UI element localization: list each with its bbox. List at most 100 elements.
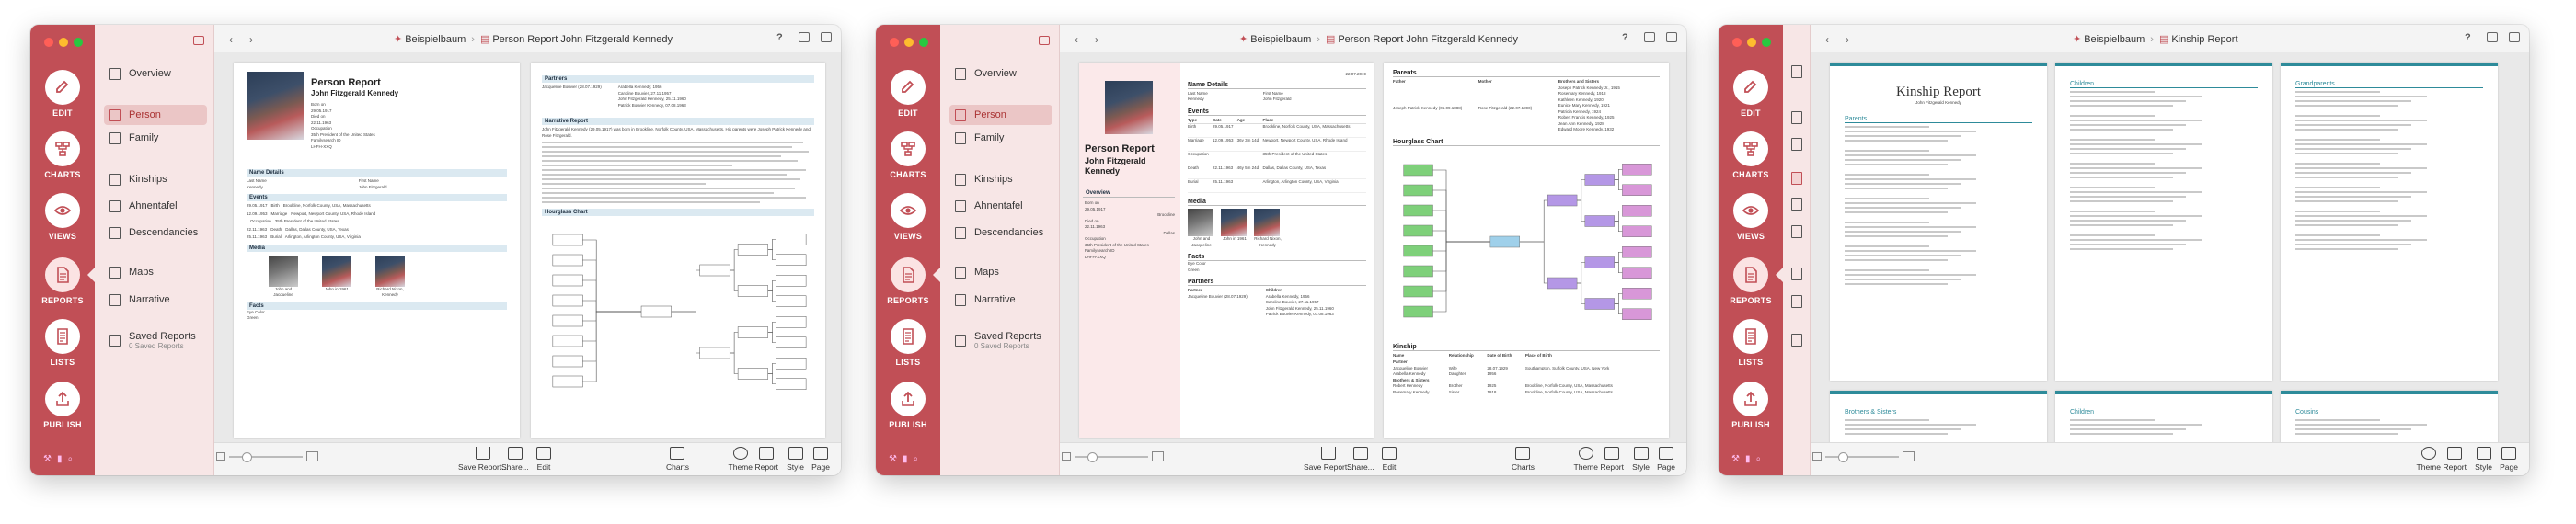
ahnentafel-icon[interactable] xyxy=(1791,198,1802,211)
rail-publish-button[interactable]: PUBLISH xyxy=(30,382,95,429)
sharebutton[interactable]: Share... xyxy=(1347,447,1374,472)
inspector-icon[interactable] xyxy=(1644,32,1655,42)
rail-charts-button[interactable]: CHARTS xyxy=(876,131,940,179)
sidebar-item-ahnentafel[interactable]: Ahnentafel xyxy=(949,196,1052,216)
rail-views-button[interactable]: VIEWS xyxy=(876,193,940,241)
back-button[interactable]: ‹ xyxy=(229,33,233,46)
family-report-icon[interactable] xyxy=(1791,138,1802,151)
report-button[interactable]: Report xyxy=(754,447,778,472)
sidebar-item-descendancies[interactable]: Descendancies xyxy=(949,222,1052,243)
sidebar-right-icon[interactable] xyxy=(2509,32,2520,42)
zoom-out-icon[interactable] xyxy=(216,452,225,461)
descendancy-icon[interactable] xyxy=(1791,225,1802,238)
rail-lists-button[interactable]: LISTS xyxy=(876,319,940,367)
sharebutton[interactable]: Share... xyxy=(501,447,529,472)
sidebar-item-person[interactable]: Person xyxy=(949,105,1052,125)
sidebar-item-overview[interactable]: Overview xyxy=(104,63,207,84)
sidebar-item-person[interactable]: Person xyxy=(104,105,207,125)
narrative-icon[interactable] xyxy=(1791,295,1802,308)
sidebar-item-overview[interactable]: Overview xyxy=(949,63,1052,84)
zoom-slider[interactable] xyxy=(1825,452,1899,462)
sidebar-item-saved-reports[interactable]: Saved Reports 0 Saved Reports xyxy=(949,330,1052,350)
media-item[interactable]: John and Jacqueline xyxy=(1188,209,1215,248)
rail-views-button[interactable]: VIEWS xyxy=(30,193,95,241)
page-button[interactable]: Page xyxy=(811,447,830,472)
inspector-icon[interactable] xyxy=(799,32,810,42)
search-icon[interactable]: ⌕ xyxy=(67,454,73,464)
sidebar-item-saved-reports[interactable]: Saved Reports 0 Saved Reports xyxy=(104,330,207,350)
toggle-sidebar-icon[interactable] xyxy=(1039,36,1050,45)
close-window-button[interactable] xyxy=(44,38,53,47)
rail-reports-button[interactable]: REPORTS xyxy=(876,257,940,305)
theme-button[interactable]: Theme xyxy=(1574,447,1598,472)
zoom-in-icon[interactable] xyxy=(1152,451,1164,461)
rail-edit-button[interactable]: EDIT xyxy=(30,70,95,118)
rail-publish-button[interactable]: PUBLISH xyxy=(1719,382,1783,429)
sidebar-item-kinships[interactable]: Kinships xyxy=(104,169,207,189)
zoom-in-icon[interactable] xyxy=(1903,451,1915,461)
sidebar-item-maps[interactable]: Maps xyxy=(949,262,1052,282)
rail-edit-button[interactable]: EDIT xyxy=(1719,70,1783,118)
saved-reports-icon[interactable] xyxy=(1791,334,1802,347)
theme-button[interactable]: Theme xyxy=(729,447,753,472)
toggle-sidebar-icon[interactable] xyxy=(193,36,204,45)
help-button[interactable]: ? xyxy=(2465,32,2476,43)
rail-edit-button[interactable]: EDIT xyxy=(876,70,940,118)
sidebar-item-kinships[interactable]: Kinships xyxy=(949,169,1052,189)
style-button[interactable]: Style xyxy=(1632,447,1650,472)
help-button[interactable]: ? xyxy=(1622,32,1633,43)
close-window-button[interactable] xyxy=(1732,38,1742,47)
rail-views-button[interactable]: VIEWS xyxy=(1719,193,1783,241)
sidebar-item-ahnentafel[interactable]: Ahnentafel xyxy=(104,196,207,216)
rail-publish-button[interactable]: PUBLISH xyxy=(876,382,940,429)
help-button[interactable]: ? xyxy=(776,32,788,43)
sidebar-right-icon[interactable] xyxy=(1666,32,1677,42)
sidebar-right-icon[interactable] xyxy=(821,32,832,42)
minimize-window-button[interactable] xyxy=(59,38,68,47)
charts-button[interactable]: Charts xyxy=(1512,447,1535,472)
sidebar-item-maps[interactable]: Maps xyxy=(104,262,207,282)
bookmark-icon[interactable]: ▮ xyxy=(903,454,908,464)
rail-lists-button[interactable]: LISTS xyxy=(1719,319,1783,367)
forward-button[interactable]: › xyxy=(1095,33,1098,46)
report-button[interactable]: Report xyxy=(1600,447,1624,472)
rail-charts-button[interactable]: CHARTS xyxy=(30,131,95,179)
editbutton[interactable]: Edit xyxy=(536,447,551,472)
zoom-out-icon[interactable] xyxy=(1062,452,1071,461)
media-item[interactable]: Richard Nixon, Kennedy xyxy=(1254,209,1282,248)
page-button[interactable]: Page xyxy=(1657,447,1675,472)
media-item[interactable]: John in 1961 xyxy=(318,255,355,299)
style-button[interactable]: Style xyxy=(2475,447,2492,472)
tools-icon[interactable]: ⚒ xyxy=(43,454,52,464)
zoom-window-button[interactable] xyxy=(1762,38,1771,47)
inspector-icon[interactable] xyxy=(2487,32,2498,42)
grid-icon[interactable] xyxy=(1791,65,1802,78)
media-item[interactable]: Richard Nixon, Kennedy xyxy=(372,255,408,299)
report-button[interactable]: Report xyxy=(2443,447,2467,472)
person-report-icon[interactable] xyxy=(1791,111,1802,124)
charts-button[interactable]: Charts xyxy=(666,447,689,472)
minimize-window-button[interactable] xyxy=(904,38,914,47)
zoom-window-button[interactable] xyxy=(74,38,83,47)
rail-lists-button[interactable]: LISTS xyxy=(30,319,95,367)
map-icon[interactable] xyxy=(1791,268,1802,280)
sidebar-item-narrative[interactable]: Narrative xyxy=(104,290,207,310)
tools-icon[interactable]: ⚒ xyxy=(1731,454,1740,464)
tools-icon[interactable]: ⚒ xyxy=(889,454,897,464)
editbutton[interactable]: Edit xyxy=(1382,447,1397,472)
search-icon[interactable]: ⌕ xyxy=(1755,454,1761,464)
zoom-out-icon[interactable] xyxy=(1812,452,1822,461)
kinship-icon[interactable] xyxy=(1791,172,1802,185)
zoom-window-button[interactable] xyxy=(919,38,928,47)
sidebar-item-narrative[interactable]: Narrative xyxy=(949,290,1052,310)
media-item[interactable]: John and Jacqueline xyxy=(265,255,302,299)
rail-reports-button[interactable]: REPORTS xyxy=(30,257,95,305)
zoom-slider[interactable] xyxy=(229,452,303,462)
zoom-slider[interactable] xyxy=(1075,452,1148,462)
style-button[interactable]: Style xyxy=(787,447,804,472)
sidebar-item-family[interactable]: Family xyxy=(104,128,207,148)
bookmark-icon[interactable]: ▮ xyxy=(1745,454,1751,464)
close-window-button[interactable] xyxy=(890,38,899,47)
minimize-window-button[interactable] xyxy=(1747,38,1756,47)
search-icon[interactable]: ⌕ xyxy=(913,454,918,464)
